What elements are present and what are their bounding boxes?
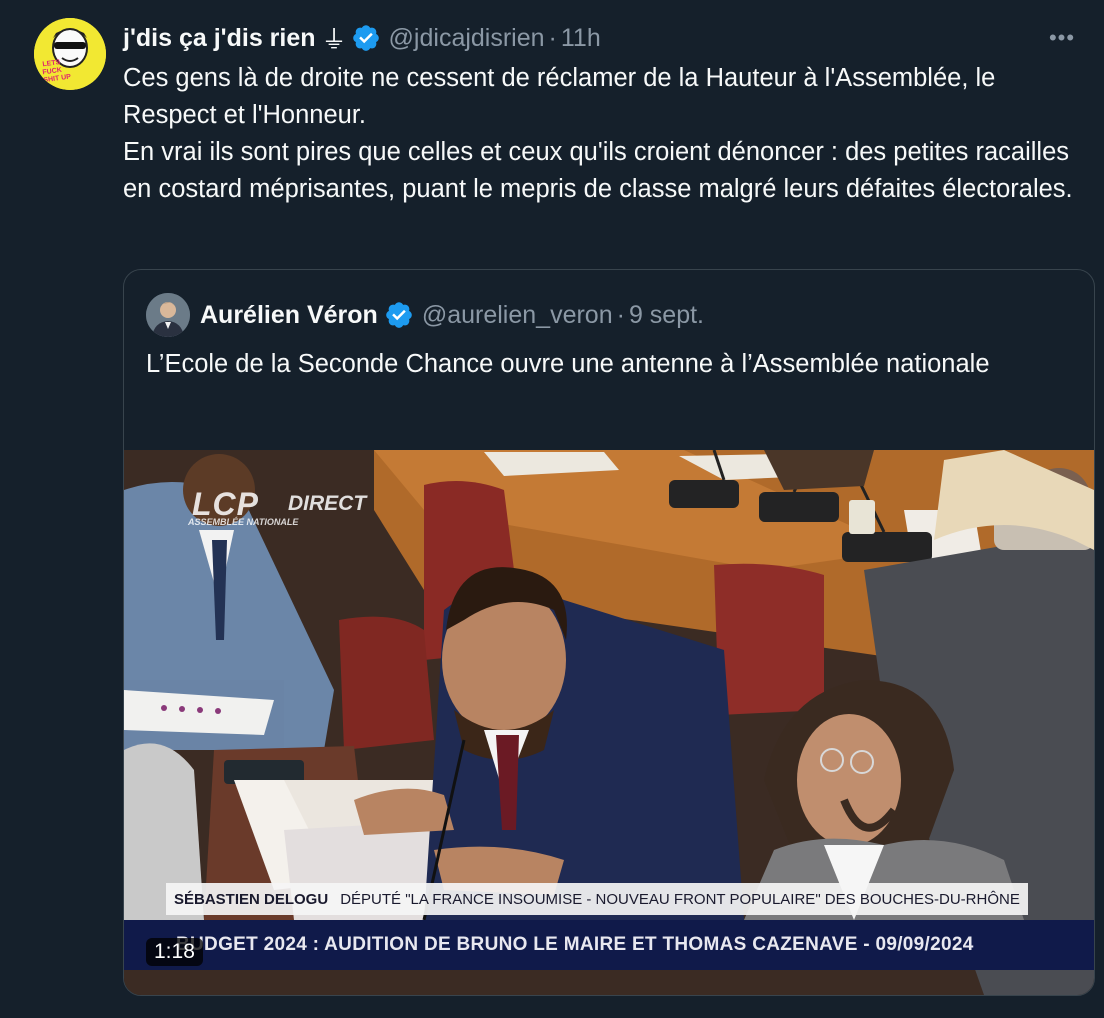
video-player[interactable]: LCP ASSEMBLÉE NATIONALE DIRECT SÉBASTIEN… xyxy=(124,450,1094,995)
speaker-role: DÉPUTÉ "LA FRANCE INSOUMISE - NOUVEAU FR… xyxy=(340,890,1020,908)
verified-badge-icon[interactable] xyxy=(351,23,381,53)
tweet-text: Ces gens là de droite ne cessent de récl… xyxy=(123,60,1083,208)
separator-dot: · xyxy=(616,300,625,329)
quoted-tweet-text: L’Ecole de la Seconde Chance ouvre une a… xyxy=(146,350,990,378)
author-avatar[interactable]: LETS FUCK SHIT UP xyxy=(34,18,106,90)
tweet-text-line: Ces gens là de droite ne cessent de récl… xyxy=(123,64,996,129)
speaker-caption: SÉBASTIEN DELOGU DÉPUTÉ "LA FRANCE INSOU… xyxy=(166,883,1028,915)
tweet-header: j'dis ça j'dis rien ⏚ @jdicajdisrien · 1… xyxy=(123,20,1080,56)
speaker-name: SÉBASTIEN DELOGU xyxy=(174,890,329,908)
quoted-tweet[interactable]: Aurélien Véron @aurelien_veron · 9 sept.… xyxy=(123,269,1095,996)
video-banner: BUDGET 2024 : AUDITION DE BRUNO LE MAIRE… xyxy=(124,920,1094,970)
avatar-image: LETS FUCK SHIT UP xyxy=(34,18,106,90)
name-glyph: ⏚ xyxy=(321,26,347,54)
quoted-tweet-header: Aurélien Véron @aurelien_veron · 9 sept. xyxy=(146,293,704,337)
video-duration: 1:18 xyxy=(146,938,203,966)
quoted-author-avatar[interactable] xyxy=(146,293,190,337)
live-label: DIRECT xyxy=(288,492,367,515)
quoted-verified-badge-icon[interactable] xyxy=(384,300,414,330)
tweet-text-line: En vrai ils sont pires que celles et ceu… xyxy=(123,138,1073,203)
quoted-tweet-date[interactable]: 9 sept. xyxy=(629,301,704,330)
video-banner-text: BUDGET 2024 : AUDITION DE BRUNO LE MAIRE… xyxy=(176,934,974,955)
channel-subtitle: ASSEMBLÉE NATIONALE xyxy=(188,517,299,527)
quoted-author-handle[interactable]: @aurelien_veron xyxy=(422,301,613,330)
more-options-icon[interactable]: ••• xyxy=(1044,20,1080,56)
separator-dot: · xyxy=(548,23,557,52)
author-name[interactable]: j'dis ça j'dis rien xyxy=(123,24,316,53)
tweet[interactable]: LETS FUCK SHIT UP j'dis ça j'dis rien ⏚ … xyxy=(0,0,1104,1018)
tweet-time[interactable]: 11h xyxy=(561,24,601,53)
quoted-avatar-image xyxy=(146,293,190,337)
quoted-author-name[interactable]: Aurélien Véron xyxy=(200,301,378,330)
author-handle[interactable]: @jdicajdisrien xyxy=(389,24,545,53)
